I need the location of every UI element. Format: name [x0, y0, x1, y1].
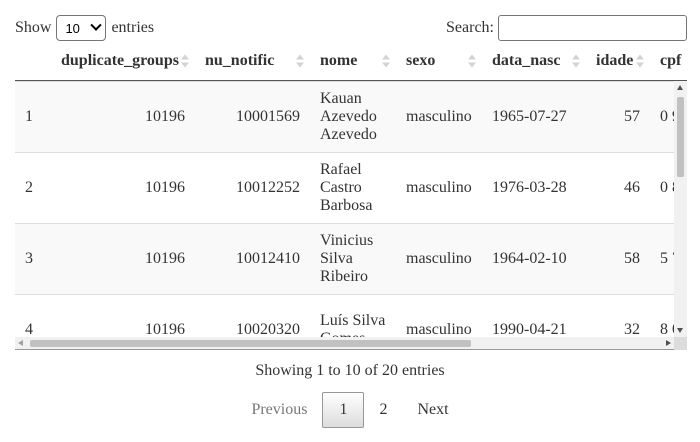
vertical-scroll-thumb[interactable] [677, 97, 684, 177]
cell-sexo: masculino [396, 152, 482, 224]
data-table: duplicate_groups nu_notific nome sexo da… [15, 42, 687, 350]
table-row[interactable]: 1 10196 10001569 Kauan Azevedo Azevedo m… [15, 81, 687, 153]
table-row[interactable]: 3 10196 10012410 Vinicius Silva Ribeiro … [15, 223, 687, 295]
cell-index: 1 [15, 81, 51, 153]
cell-nu-notific: 10012410 [195, 223, 310, 295]
cell-duplicate-groups: 10196 [51, 294, 195, 337]
search-filter: Search: [446, 14, 687, 42]
table-header: duplicate_groups nu_notific nome sexo da… [15, 42, 687, 81]
cell-nome: Kauan Azevedo Azevedo [310, 81, 396, 153]
column-header-idade[interactable]: idade [586, 42, 650, 81]
cell-duplicate-groups: 10196 [51, 81, 195, 153]
page-button-2[interactable]: 2 [364, 392, 402, 428]
search-label: Search: [446, 19, 494, 36]
cell-data-nasc: 1964-02-10 [482, 223, 586, 295]
cell-data-nasc: 1965-07-27 [482, 81, 586, 153]
cell-nu-notific: 10012252 [195, 152, 310, 224]
cell-idade: 57 [586, 81, 650, 153]
next-page-button[interactable]: Next [402, 392, 463, 428]
scroll-down-icon[interactable] [677, 328, 683, 333]
sort-icon [382, 54, 390, 68]
column-header-index[interactable] [15, 42, 51, 81]
previous-page-button[interactable]: Previous [236, 392, 322, 428]
cell-nu-notific: 10001569 [195, 81, 310, 153]
cell-idade: 32 [586, 294, 650, 337]
page-button-1[interactable]: 1 [322, 392, 365, 428]
cell-nome: Vinicius Silva Ribeiro [310, 223, 396, 295]
sort-icon [296, 54, 304, 68]
cell-index: 3 [15, 223, 51, 295]
cell-nu-notific: 10020320 [195, 294, 310, 337]
table-row[interactable]: 4 10196 10020320 Luís Silva Gomes mascul… [15, 294, 687, 337]
length-suffix-label: entries [111, 19, 155, 36]
column-header-nome[interactable]: nome [310, 42, 396, 81]
sort-icon [181, 54, 189, 68]
horizontal-scrollbar[interactable] [15, 337, 674, 350]
length-menu: Show 10 entries [15, 14, 154, 42]
scroll-right-icon[interactable] [666, 340, 671, 346]
horizontal-scroll-thumb[interactable] [30, 340, 471, 347]
cell-idade: 58 [586, 223, 650, 295]
column-header-sexo[interactable]: sexo [396, 42, 482, 81]
cell-duplicate-groups: 10196 [51, 152, 195, 224]
vertical-scrollbar[interactable] [674, 81, 687, 337]
cell-nome: Rafael Castro Barbosa [310, 152, 396, 224]
column-header-nu-notific[interactable]: nu_notific [195, 42, 310, 81]
pagination: Previous 1 2 Next [0, 392, 700, 428]
cell-data-nasc: 1976-03-28 [482, 152, 586, 224]
table-info: Showing 1 to 10 of 20 entries [255, 362, 445, 379]
cell-sexo: masculino [396, 223, 482, 295]
page-length-value: 10 [65, 20, 80, 36]
scroll-up-icon[interactable] [677, 85, 683, 90]
table-controls: Show 10 entries Search: [15, 14, 687, 42]
cell-sexo: masculino [396, 81, 482, 153]
chevron-down-icon [90, 19, 103, 31]
scroll-left-icon[interactable] [18, 340, 23, 346]
table-body-viewport[interactable]: 1 10196 10001569 Kauan Azevedo Azevedo m… [15, 81, 687, 337]
search-input[interactable] [498, 15, 687, 41]
cell-duplicate-groups: 10196 [51, 223, 195, 295]
column-header-duplicate-groups[interactable]: duplicate_groups [51, 42, 195, 81]
sort-icon [468, 54, 476, 68]
cell-index: 4 [15, 294, 51, 337]
column-header-data-nasc[interactable]: data_nasc [482, 42, 586, 81]
sort-icon [636, 54, 644, 68]
page-length-select[interactable]: 10 [56, 15, 107, 41]
cell-idade: 46 [586, 152, 650, 224]
cell-sexo: masculino [396, 294, 482, 337]
sort-icon [572, 54, 580, 68]
column-header-cpf[interactable]: cpf [650, 42, 687, 81]
cell-data-nasc: 1990-04-21 [482, 294, 586, 337]
scrollbar-corner [674, 337, 687, 350]
cell-index: 2 [15, 152, 51, 224]
length-prefix-label: Show [15, 19, 52, 36]
table-row[interactable]: 2 10196 10012252 Rafael Castro Barbosa m… [15, 152, 687, 224]
cell-nome: Luís Silva Gomes [310, 294, 396, 337]
